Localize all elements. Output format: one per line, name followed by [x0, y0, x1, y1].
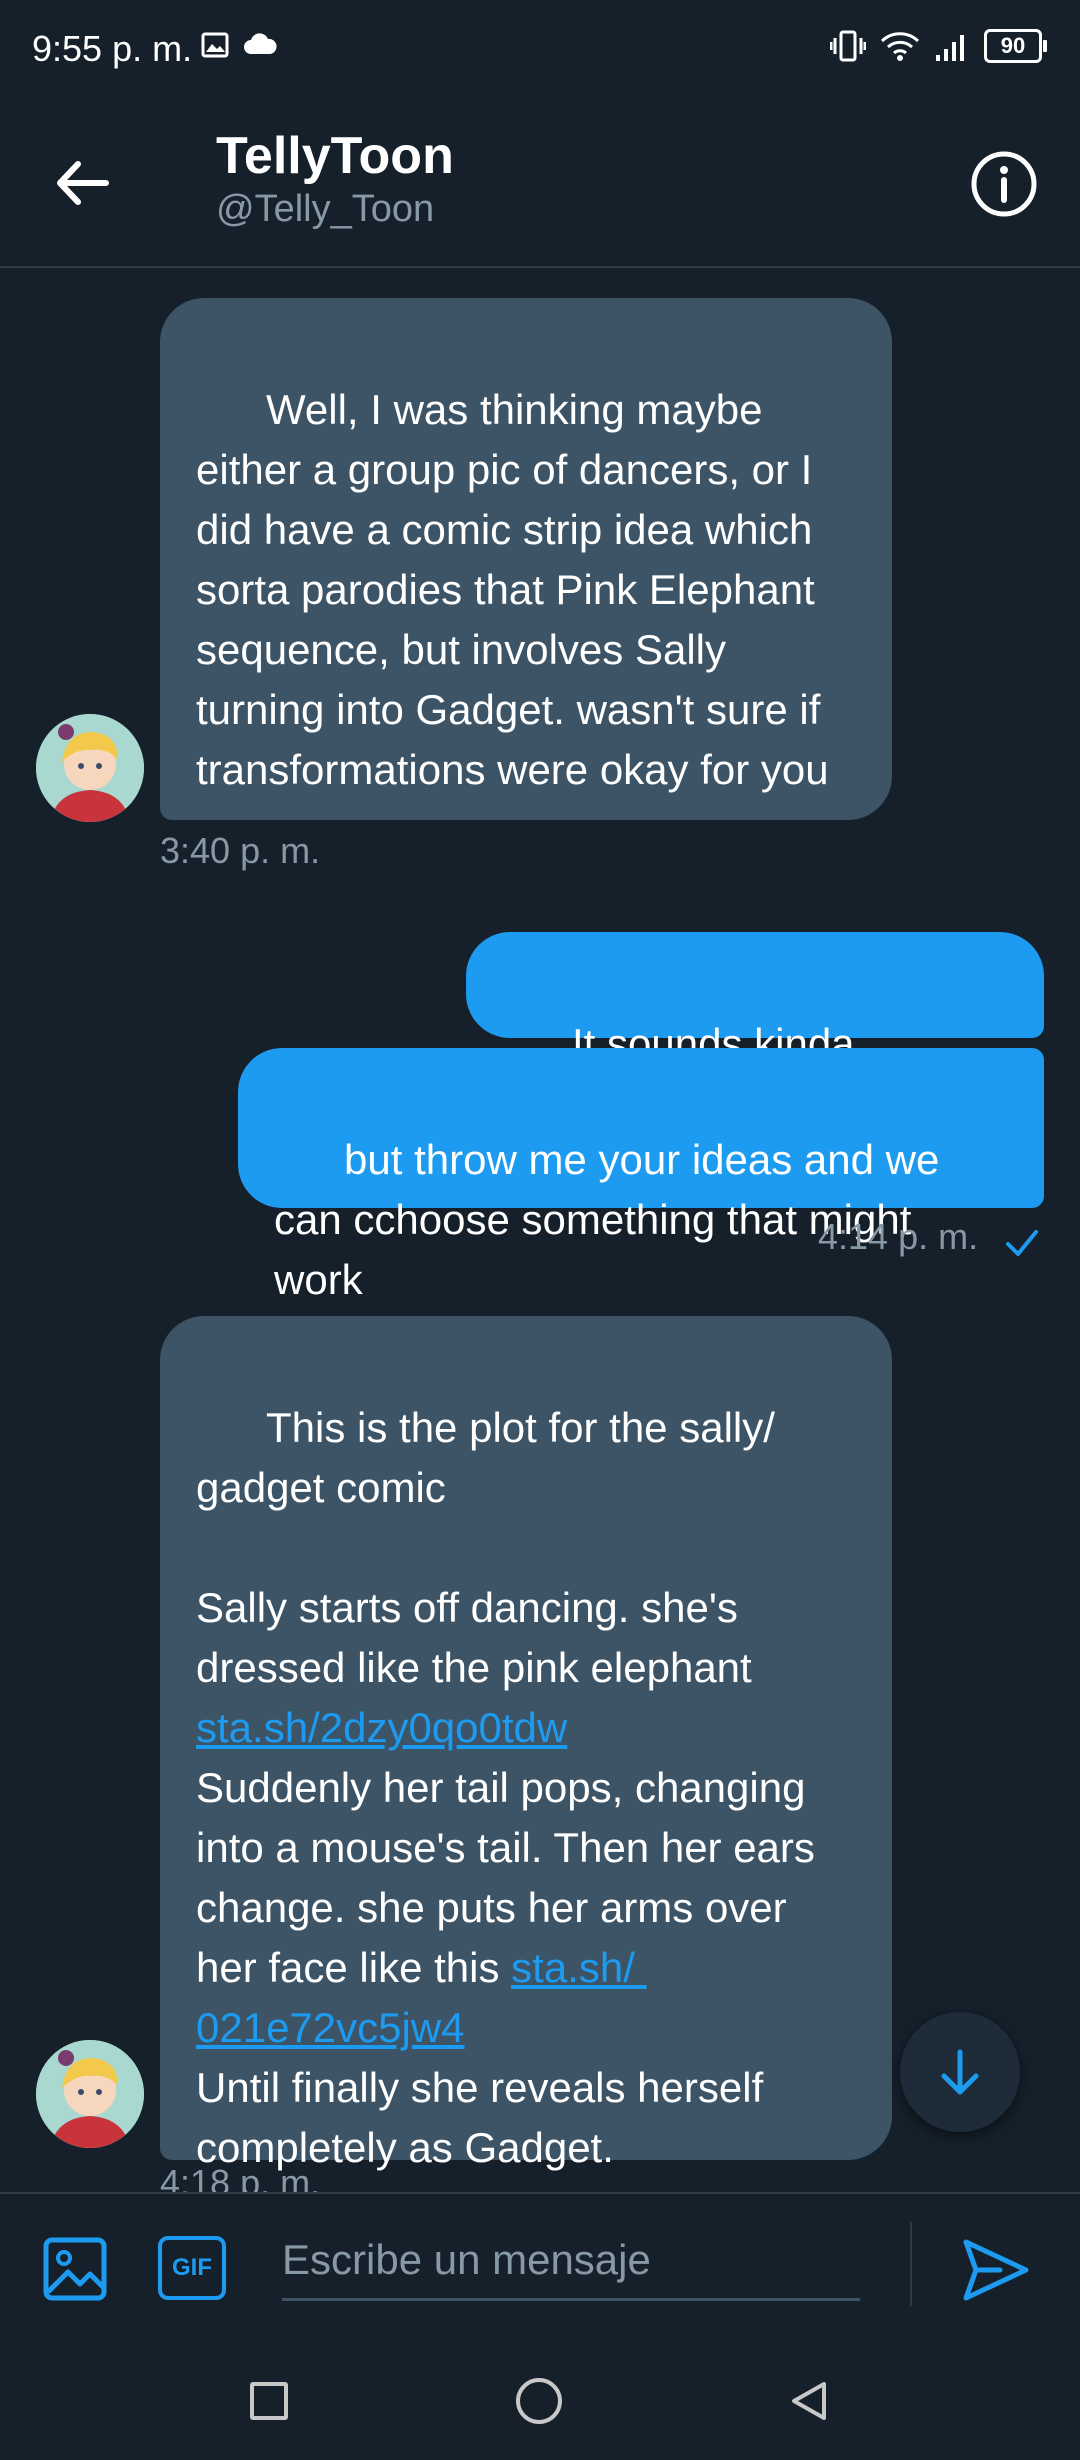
message-composer: GIF — [0, 2192, 1080, 2340]
info-icon[interactable] — [968, 148, 1040, 220]
status-bar: 9:55 p. m. 90 — [0, 0, 1080, 100]
status-time: 9:55 p. m. — [32, 28, 193, 69]
system-navigation-bar — [0, 2338, 1080, 2460]
message-text: This is the plot for the sally/ gadget c… — [196, 1404, 775, 1691]
message-timestamp: 3:40 p. m. — [160, 830, 321, 871]
message-input[interactable] — [282, 2222, 860, 2301]
contact-handle[interactable]: @Telly_Toon — [216, 188, 434, 231]
wifi-icon — [880, 32, 920, 61]
image-icon[interactable] — [40, 2234, 110, 2304]
conversation-header: TellyToon @Telly_Toon — [0, 100, 1080, 268]
status-notification-icons — [200, 30, 278, 60]
message-list[interactable]: Well, I was thinking maybe either a grou… — [0, 268, 1080, 2192]
contact-name[interactable]: TellyToon — [216, 126, 454, 186]
avatar-image — [36, 2040, 144, 2148]
message-text: Well, I was thinking maybe either a grou… — [196, 386, 833, 793]
message-timestamp: 4:18 p. m. — [160, 2162, 321, 2192]
cloud-icon — [244, 33, 277, 54]
recents-square-icon[interactable] — [250, 2382, 288, 2420]
avatar-image — [36, 714, 144, 822]
home-circle-icon[interactable] — [516, 2378, 562, 2424]
incoming-message-bubble[interactable]: This is the plot for the sally/ gadget c… — [160, 1316, 892, 2171]
avatar[interactable] — [36, 2040, 144, 2148]
vibrate-icon — [830, 30, 866, 62]
message-text: Until finally she reveals herself comple… — [196, 2064, 764, 2171]
incoming-message-bubble[interactable]: Well, I was thinking maybe either a grou… — [160, 298, 892, 820]
sent-checkmark-icon — [1006, 1230, 1038, 1256]
outgoing-message-bubble[interactable]: but throw me your ideas and we can cchoo… — [238, 1048, 1044, 1303]
back-triangle-icon[interactable] — [786, 2378, 832, 2424]
status-system-icons: 90 — [830, 28, 1047, 64]
composer-divider — [910, 2222, 912, 2306]
avatar[interactable] — [36, 714, 144, 822]
back-arrow-icon[interactable] — [48, 148, 118, 218]
scroll-to-bottom-button[interactable] — [900, 2012, 1020, 2132]
gallery-icon — [201, 32, 229, 58]
message-link[interactable]: sta.sh/2dzy0qo0tdw — [196, 1704, 567, 1751]
message-timestamp: 4:14 p. m. — [818, 1216, 979, 1257]
send-icon[interactable] — [960, 2234, 1032, 2306]
arrow-down-icon — [941, 2049, 979, 2095]
signal-icon — [936, 35, 964, 61]
dm-conversation-screen: 9:55 p. m. 90 TellyToon @Telly_Toon Well… — [0, 0, 1080, 2460]
gif-icon[interactable]: GIF — [158, 2236, 226, 2300]
battery-icon: 90 — [984, 29, 1047, 63]
outgoing-message-bubble[interactable]: It sounds kinda... strange — [466, 932, 1044, 1127]
